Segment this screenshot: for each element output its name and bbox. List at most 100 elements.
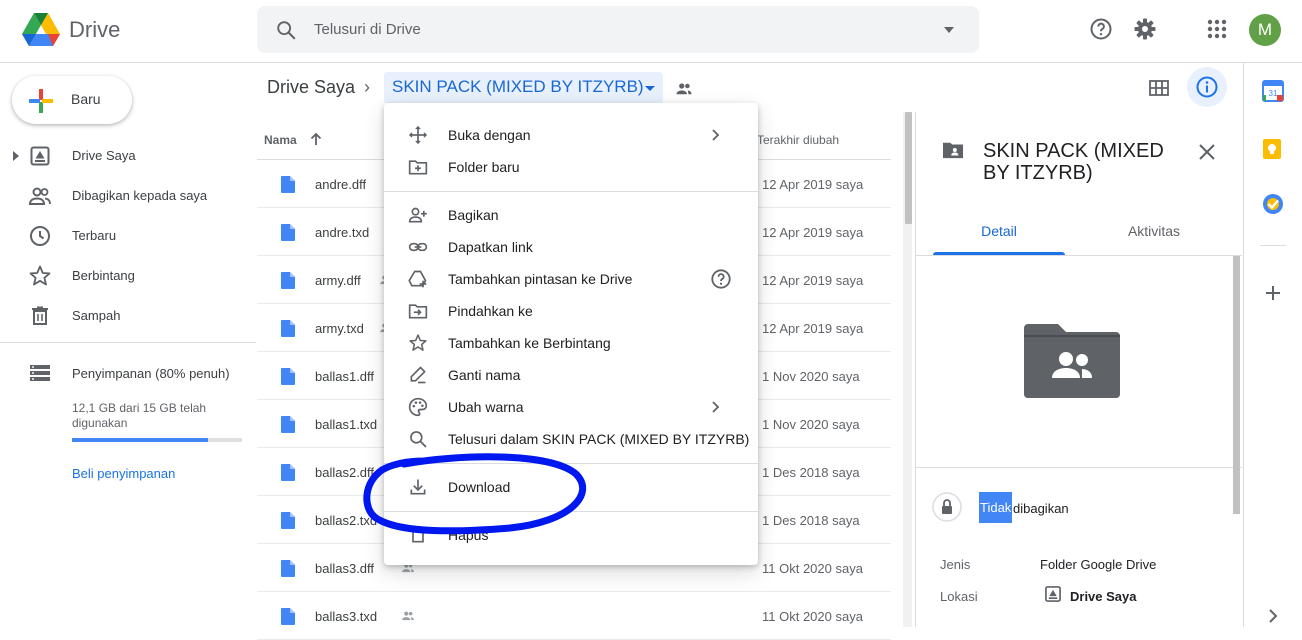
menu-item-change-color[interactable]: Ubah warna (384, 391, 758, 423)
menu-item-label: Ganti nama (448, 367, 521, 383)
file-name: army.txd (315, 321, 364, 336)
sidebar-item-trash[interactable]: Sampah (0, 296, 250, 336)
new-button[interactable]: Baru (12, 76, 132, 124)
search-icon (408, 429, 428, 449)
help-icon[interactable] (710, 268, 732, 290)
menu-item-move-to[interactable]: Pindahkan ke (384, 295, 758, 327)
type-value: Folder Google Drive (1040, 557, 1157, 572)
tab-label: Aktivitas (1127, 223, 1181, 239)
menu-item-add-shortcut[interactable]: Tambahkan pintasan ke Drive (384, 263, 758, 295)
sidebar-item-label: Dibagikan kepada saya (72, 188, 208, 203)
file-modified: 11 Okt 2020 saya (762, 561, 863, 576)
keep-notes-icon[interactable] (1262, 138, 1282, 160)
menu-item-rename[interactable]: Ganti nama (384, 359, 758, 391)
details-title: SKIN PACK (MIXED BY ITZYRB) (983, 140, 1164, 184)
menu-item-label: Tambahkan ke Berbintang (448, 335, 611, 351)
document-file-icon (281, 368, 295, 385)
app-name: Drive (69, 17, 121, 42)
shared-people-icon (675, 80, 693, 98)
list-scrollbar-thumb[interactable] (905, 112, 912, 224)
help-icon[interactable] (1089, 17, 1113, 41)
document-file-icon (281, 464, 295, 481)
menu-item-share[interactable]: Bagikan (384, 199, 758, 231)
menu-item-label: Ubah warna (448, 399, 524, 415)
chevron-right-icon (707, 399, 723, 415)
menu-item-label: Telusuri dalam SKIN PACK (MIXED BY ITZYR… (448, 431, 750, 447)
clock-icon (28, 224, 52, 248)
star-icon (28, 264, 52, 288)
column-last-modified[interactable]: Terakhir diubah (757, 133, 839, 147)
chevron-right-icon[interactable] (1266, 608, 1280, 624)
document-file-icon (281, 272, 295, 289)
breadcrumb-root[interactable]: Drive Saya (267, 77, 355, 98)
file-row[interactable]: ballas3.txd 11 Okt 2020 saya (257, 592, 891, 640)
menu-item-search-in-folder[interactable]: Telusuri dalam SKIN PACK (MIXED BY ITZYR… (384, 423, 758, 455)
sidebar-item-shared[interactable]: Dibagikan kepada saya (0, 176, 250, 216)
tab-label: Detail (981, 223, 1017, 239)
avatar[interactable]: M (1249, 14, 1281, 46)
move-to-icon (408, 301, 428, 321)
file-name: andre.txd (315, 225, 370, 240)
search-icon[interactable] (275, 19, 297, 41)
document-file-icon (281, 176, 295, 193)
document-file-icon (281, 320, 295, 337)
details-panel: SKIN PACK (MIXED BY ITZYRB) Detail Aktiv… (915, 112, 1242, 627)
search-input[interactable]: Telusuri di Drive (314, 21, 421, 38)
file-name: ballas3.dff (315, 561, 375, 576)
menu-item-label: Pindahkan ke (448, 303, 533, 319)
tab-detail[interactable]: Detail (933, 212, 1065, 256)
location-value[interactable]: Drive Saya (1070, 589, 1137, 604)
file-name: ballas3.txd (315, 609, 378, 624)
people-icon (28, 184, 52, 208)
storage-label[interactable]: Penyimpanan (80% penuh) (72, 366, 230, 381)
details-info-button[interactable] (1187, 67, 1227, 107)
palette-icon (408, 397, 428, 417)
apps-grid-icon[interactable] (1205, 17, 1229, 41)
search-options-icon[interactable] (943, 26, 955, 34)
file-modified: 12 Apr 2019 saya (762, 273, 864, 288)
tab-activity[interactable]: Aktivitas (1091, 212, 1217, 256)
calendar-icon[interactable]: 31 (1262, 80, 1284, 102)
sidebar-divider (0, 342, 256, 343)
document-file-icon (281, 416, 295, 433)
storage-icon (28, 361, 52, 385)
document-file-icon (281, 560, 295, 577)
chevron-right-icon (707, 127, 723, 143)
drive-icon (1043, 584, 1063, 604)
trash-icon (28, 304, 52, 328)
file-modified: 12 Apr 2019 saya (762, 225, 864, 240)
tasks-icon[interactable] (1262, 193, 1284, 215)
sidebar-item-label: Drive Saya (72, 148, 136, 163)
share-status-highlighted: Tidak (979, 492, 1013, 523)
breadcrumb-current-folder[interactable]: SKIN PACK (MIXED BY ITZYRB) (384, 72, 663, 104)
sidebar-item-recent[interactable]: Terbaru (0, 216, 250, 256)
file-name: army.dff (315, 273, 361, 288)
details-scrollbar-thumb[interactable] (1233, 256, 1240, 514)
menu-item-label: Buka dengan (448, 127, 531, 143)
sidebar-item-starred[interactable]: Berbintang (0, 256, 250, 296)
settings-gear-icon[interactable] (1133, 17, 1157, 41)
column-name[interactable]: Nama (264, 133, 297, 147)
search-bar[interactable]: Telusuri di Drive (257, 6, 979, 53)
add-shortcut-icon (408, 269, 428, 289)
share-status-text: dibagikan (1013, 501, 1069, 516)
add-addon-plus-icon[interactable] (1264, 284, 1282, 302)
buy-storage-link[interactable]: Beli penyimpanan (72, 466, 175, 481)
menu-item-add-star[interactable]: Tambahkan ke Berbintang (384, 327, 758, 359)
document-file-icon (281, 512, 295, 529)
info-icon (1195, 75, 1219, 99)
new-button-label: Baru (71, 91, 101, 107)
grid-view-icon[interactable] (1147, 76, 1171, 100)
menu-item-open-with[interactable]: Buka dengan (384, 119, 758, 151)
sidebar-item-label: Terbaru (72, 228, 117, 243)
file-modified: 12 Apr 2019 saya (762, 177, 864, 192)
side-apps-rail: 31 (1243, 63, 1302, 627)
document-file-icon (281, 224, 295, 241)
menu-item-new-folder[interactable]: Folder baru (384, 151, 758, 183)
drive-logo[interactable] (22, 13, 60, 47)
menu-item-label: Bagikan (448, 207, 499, 223)
sidebar-item-my-drive[interactable]: Drive Saya (0, 136, 250, 176)
menu-item-get-link[interactable]: Dapatkan link (384, 231, 758, 263)
sort-arrow-up-icon[interactable] (309, 132, 323, 146)
close-icon[interactable] (1197, 142, 1217, 162)
